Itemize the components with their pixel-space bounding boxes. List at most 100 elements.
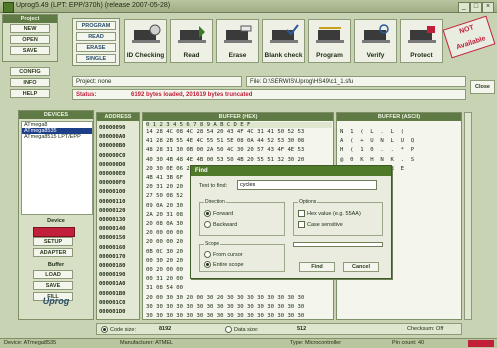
- hex-row[interactable]: 0B 0C 30 20: [146, 249, 183, 255]
- address-column: ADDRESS 00000090 000000A0 000000B0 000000C0…: [96, 112, 140, 320]
- id-checking-button[interactable]: ID Checking: [124, 19, 167, 63]
- single-mode-button[interactable]: SINGLE: [76, 54, 116, 63]
- address-cell: 000000C0: [99, 152, 126, 159]
- hex-row[interactable]: 48 28 31 30 0B 00 2A 50 4C 30 20 57 43 4…: [146, 147, 304, 153]
- address-cell: 000000F0: [99, 180, 126, 187]
- buffer-group-label: Buffer: [47, 262, 65, 268]
- status-label: Status:: [76, 92, 97, 98]
- find-button[interactable]: Find: [299, 262, 335, 272]
- hex-row[interactable]: 00 30 20 20: [146, 258, 183, 264]
- code-size-value: 8192: [159, 326, 172, 332]
- adapter-button[interactable]: ADAPTER: [33, 248, 73, 257]
- address-cell: 00000140: [99, 226, 126, 233]
- address-cell: 000000A0: [99, 134, 126, 141]
- cancel-button[interactable]: Cancel: [343, 262, 379, 272]
- address-cell: 000000D0: [99, 161, 126, 168]
- save-buffer-button[interactable]: SAVE: [33, 281, 73, 290]
- address-cell: 00000090: [99, 125, 126, 131]
- status-device: Device: ATmega8535: [4, 340, 57, 346]
- hex-row[interactable]: 20 00 30 30 20 00 30 20 30 30 30 30 30 3…: [146, 295, 304, 301]
- chip-blank-icon: [270, 24, 299, 43]
- program-button[interactable]: Program: [308, 19, 351, 63]
- options-group: Options Hex value (e.g. 55AA) Case sensi…: [293, 199, 383, 236]
- minimize-icon[interactable]: _: [458, 2, 470, 13]
- hex-row[interactable]: 2A 20 31 08: [146, 212, 183, 218]
- buffer-group: Buffer LOAD SAVE FILL: [21, 261, 91, 301]
- code-radio[interactable]: Code size:: [101, 326, 136, 333]
- forward-radio[interactable]: Forward: [204, 210, 233, 217]
- hex-row[interactable]: 20 08 0A 30: [146, 221, 183, 227]
- hex-row[interactable]: 14 28 4C 08 4C 28 54 20 43 4F 4C 31 41 5…: [146, 129, 304, 135]
- devices-header: DEVICES: [19, 111, 93, 119]
- open-button[interactable]: OPEN: [10, 35, 50, 44]
- text-to-find-label: Text to find:: [199, 183, 228, 189]
- hex-row[interactable]: 40 30 4B 48 4E 4B 00 53 50 4B 20 55 51 3…: [146, 157, 304, 163]
- maximize-icon[interactable]: □: [470, 2, 482, 13]
- text-to-find-input[interactable]: [237, 180, 377, 190]
- hex-value-checkbox[interactable]: Hex value (e.g. 55AA): [298, 210, 361, 217]
- hex-row[interactable]: 20 00 00 20: [146, 239, 183, 245]
- device-list: ATmega8 ATmega8535 ATmega8515 LPT/EPP: [21, 121, 93, 215]
- device-group: Device SETUP ADAPTER: [21, 217, 91, 261]
- address-cell: 00000190: [99, 272, 126, 279]
- buffer-scrollbar[interactable]: [464, 112, 472, 320]
- hex-row[interactable]: 30 30 30 30 30 30 30 30 30 30 30 30 30 3…: [146, 304, 304, 310]
- address-cell: 00000130: [99, 217, 126, 223]
- config-button[interactable]: CONFIG: [10, 67, 50, 76]
- hex-row[interactable]: 09 0A 20 30: [146, 203, 183, 209]
- device-item[interactable]: ATmega8515 LPT/EPP: [22, 134, 92, 140]
- blank-check-button[interactable]: Blank check: [262, 19, 305, 63]
- device-toggle[interactable]: [33, 227, 75, 237]
- project-field: Project: none: [72, 76, 242, 87]
- status-pin-count: Pin count: 40: [392, 340, 425, 346]
- hex-row[interactable]: 41 28 2B 55 4E 4C 55 51 5E 08 0A 44 52 5…: [146, 138, 304, 144]
- verify-button[interactable]: Verify: [354, 19, 397, 63]
- ascii-row[interactable]: @ 0 K H N K . S: [340, 157, 414, 163]
- ascii-buffer-header: BUFFER (ASCII): [337, 113, 461, 121]
- ascii-row[interactable]: N 1 ( L . L (: [340, 129, 404, 135]
- hex-row[interactable]: 20 00 00 00: [146, 230, 183, 236]
- setup-button[interactable]: SETUP: [33, 237, 73, 246]
- close-icon[interactable]: ×: [482, 2, 494, 13]
- backward-radio[interactable]: Backward: [204, 221, 237, 228]
- chip-verify-icon: [362, 24, 390, 43]
- read-button[interactable]: Read: [170, 19, 213, 63]
- hex-row[interactable]: 27 50 08 52: [146, 193, 183, 199]
- address-cell: 000001B0: [99, 290, 126, 297]
- ascii-row[interactable]: H ( 1 0 . . * P: [340, 147, 414, 153]
- direction-label: Direction: [204, 199, 226, 205]
- address-cell: 00000120: [99, 207, 126, 214]
- title-bar: Uprog5.49 (LPT: EPP/370h) (release 2007-…: [0, 0, 497, 13]
- chip-erase-icon: [224, 25, 252, 43]
- ascii-row[interactable]: A ( + U N L U Q: [340, 138, 414, 144]
- data-radio[interactable]: Data size:: [225, 326, 258, 333]
- chip-protect-icon: [408, 26, 436, 43]
- devices-panel: DEVICES ATmega8 ATmega8535 ATmega8515 LP…: [18, 110, 94, 320]
- help-button[interactable]: HELP: [10, 89, 50, 98]
- new-button[interactable]: NEW: [10, 24, 50, 33]
- app-icon: [3, 2, 14, 13]
- hex-row[interactable]: 00 20 00 00: [146, 267, 183, 273]
- case-sensitive-checkbox[interactable]: Case sensitive: [298, 221, 343, 228]
- protect-button[interactable]: Protect: [400, 19, 443, 63]
- hex-row[interactable]: 31 08 54 00: [146, 285, 183, 291]
- close-button[interactable]: Close: [470, 80, 495, 94]
- info-button[interactable]: INFO: [10, 78, 50, 87]
- erase-mode-button[interactable]: ERASE: [76, 43, 116, 52]
- project-group-label: Project: [3, 15, 57, 23]
- chip-check-icon: [132, 24, 161, 43]
- scope-group: Scope From cursor Entire scope: [199, 241, 285, 272]
- hex-row[interactable]: 00 31 20 00: [146, 276, 183, 282]
- program-mode-button[interactable]: PROGRAM: [76, 21, 116, 30]
- entire-scope-radio[interactable]: Entire scope: [204, 261, 244, 268]
- read-mode-button[interactable]: READ: [76, 32, 116, 41]
- hex-row[interactable]: 20 31 20 20: [146, 184, 183, 190]
- hex-row[interactable]: 30 30 30 30 30 30 30 30 30 30 30 30 30 3…: [146, 313, 304, 319]
- hex-row[interactable]: 4B 41 3B 6F: [146, 175, 183, 181]
- erase-button[interactable]: Erase: [216, 19, 259, 63]
- from-cursor-radio[interactable]: From cursor: [204, 251, 243, 258]
- save-button[interactable]: SAVE: [10, 46, 50, 55]
- hex-column-header: 0 1 2 3 4 5 6 7 8 9 A B C D E F: [146, 122, 332, 128]
- address-cell: 000001D0: [99, 309, 126, 315]
- load-button[interactable]: LOAD: [33, 270, 73, 279]
